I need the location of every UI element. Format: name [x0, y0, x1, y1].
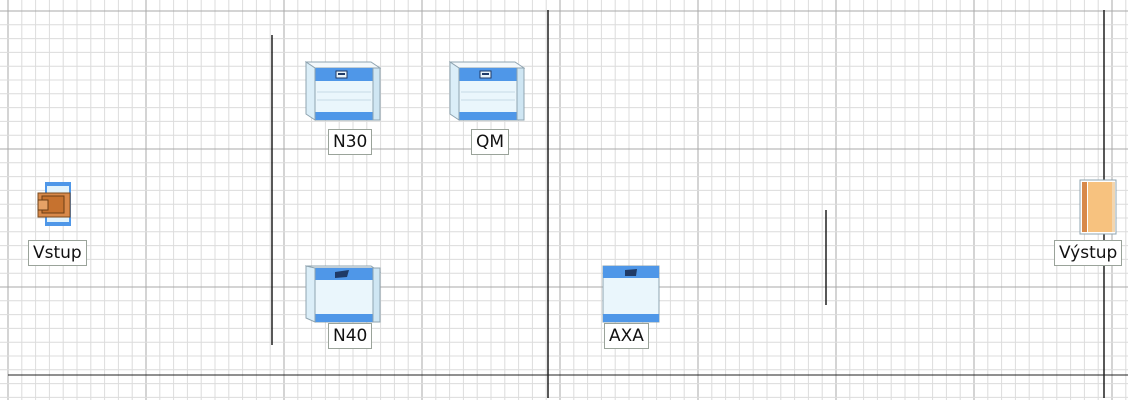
grid-background: [0, 0, 1128, 400]
machine-axa-label: AXA: [604, 323, 649, 349]
machine-qm-icon[interactable]: [449, 60, 525, 122]
sink-label: Výstup: [1054, 240, 1123, 266]
source-label: Vstup: [28, 240, 87, 266]
machine-n40-label: N40: [328, 323, 373, 349]
machine-n40-icon[interactable]: [305, 264, 381, 324]
machine-n30-label: N30: [328, 129, 373, 155]
layout-canvas[interactable]: Vstup N30 QM N40 AXA Výstup: [0, 0, 1128, 400]
sink-exit-icon[interactable]: [1078, 178, 1120, 236]
machine-qm-label: QM: [471, 129, 510, 155]
source-box-icon[interactable]: [34, 180, 76, 228]
machine-axa-icon[interactable]: [601, 264, 663, 324]
machine-n30-icon[interactable]: [305, 60, 381, 122]
